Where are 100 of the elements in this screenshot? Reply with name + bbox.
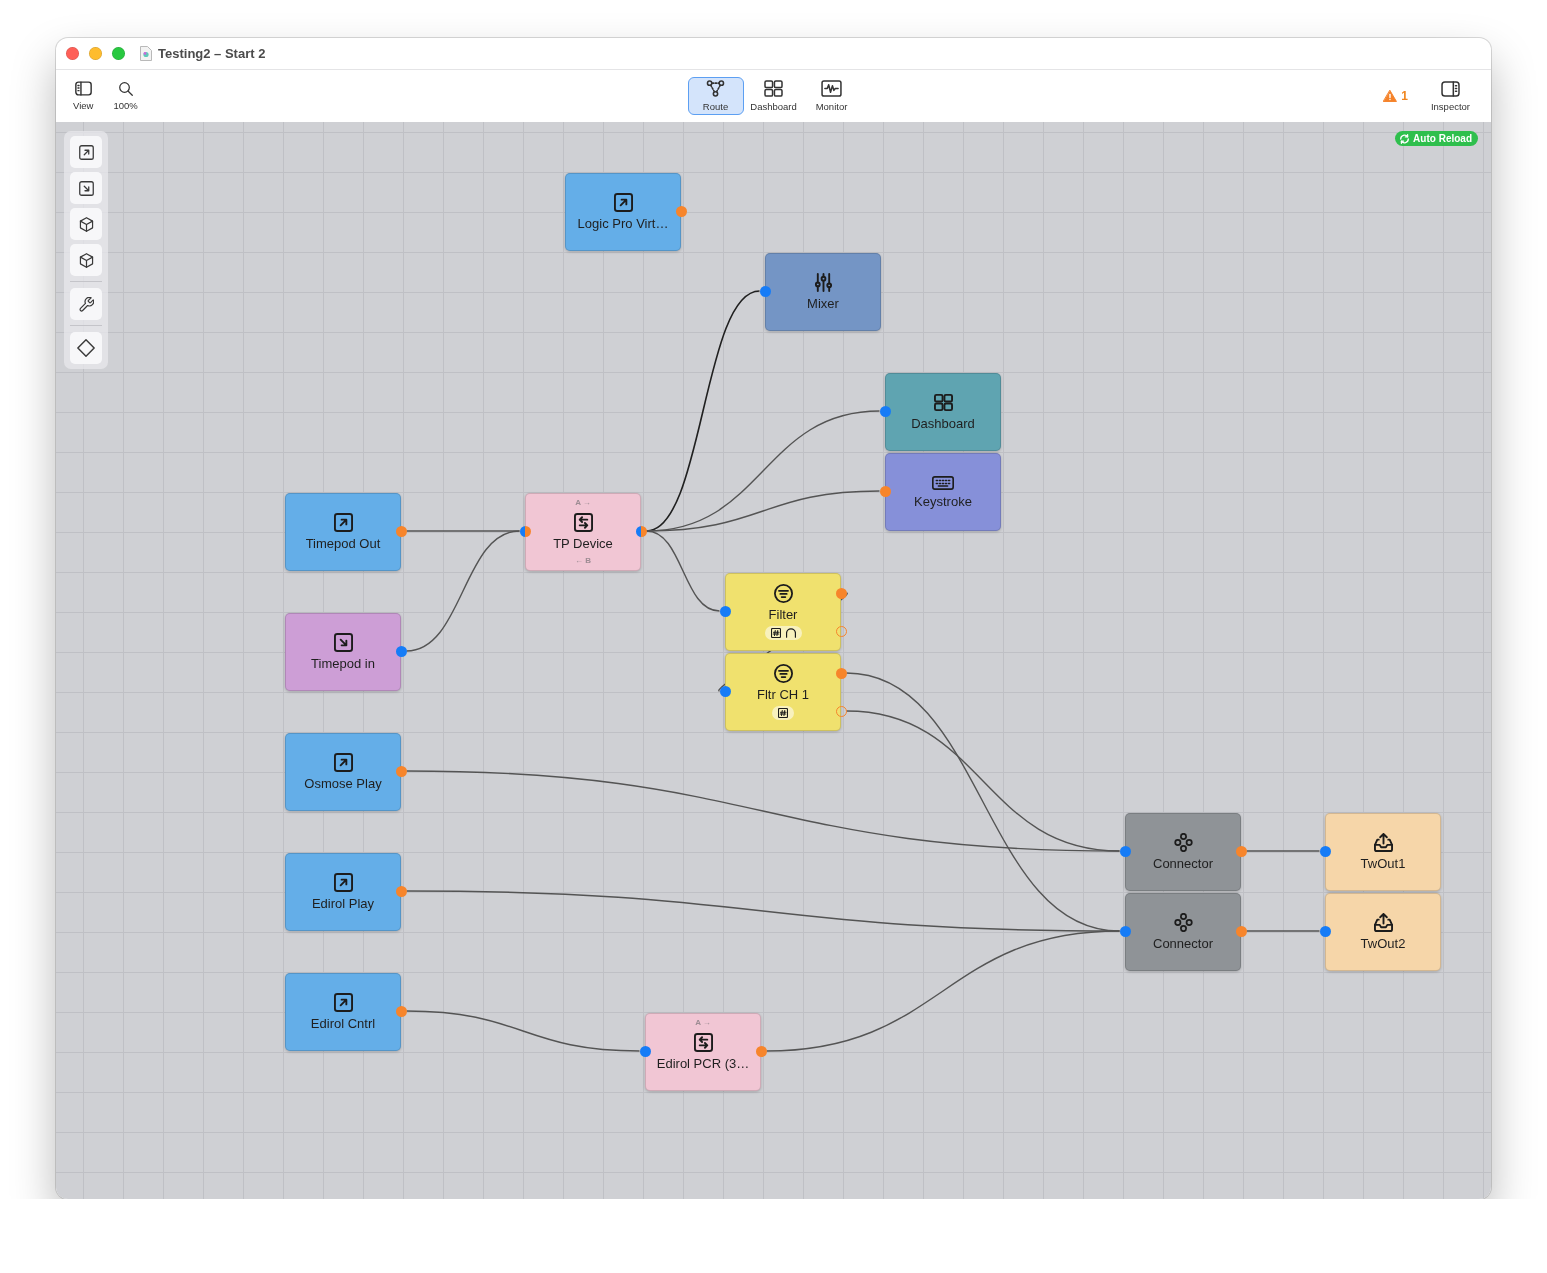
node-card[interactable]: Connector [1125,813,1241,891]
mode-tab[interactable]: Route [687,77,744,115]
node-title: Logic Pro Virt… [577,216,669,231]
port-dot-icon[interactable] [1319,845,1331,857]
port-dot-icon[interactable] [759,285,771,297]
port-dot-icon[interactable] [835,587,847,599]
node-title: Edirol PCR (3… [656,1056,750,1071]
tray-upload-icon [1373,833,1393,852]
sidebar-icon [74,81,92,96]
node-title: Keystroke [914,493,972,509]
arrow-up-right-square-icon [613,193,633,212]
node-card[interactable]: Connector [1125,893,1241,971]
view-button[interactable]: View [66,77,101,115]
four-circles-icon [1173,913,1193,932]
arrow-up-right-square-icon [333,753,353,772]
filter-icon [773,584,793,603]
node-title: TwOut2 [1360,936,1406,951]
wrench-icon [78,296,94,312]
split-port-icon[interactable] [635,525,647,537]
minimize-button[interactable] [89,47,102,60]
node-title: Fltr CH 1 [757,687,809,702]
keyboard-icon [932,475,954,490]
port-dot-icon[interactable] [1235,925,1247,937]
grid-icon [763,80,784,97]
refresh-icon [1400,133,1410,144]
filter-icon [773,664,793,683]
node-card[interactable]: Osmose Play [285,733,401,811]
node-title: Filter [768,607,798,622]
port-dot-icon[interactable] [835,667,847,679]
node-card[interactable]: Dashboard [885,373,1001,451]
hash-icon [770,628,781,638]
channel-label: A → [575,498,591,508]
node-title: Dashboard [911,416,975,431]
arrow-up-right-square-icon [333,993,353,1012]
close-button[interactable] [66,47,79,60]
port-dot-icon[interactable] [639,1045,651,1057]
tool-button[interactable] [70,332,102,364]
arrow-up-right-square-icon [333,873,353,892]
node-card[interactable]: Logic Pro Virt… [565,173,681,251]
node-card[interactable]: Timepod in [285,613,401,691]
maximize-button[interactable] [112,47,125,60]
node-card[interactable]: Mixer [765,253,881,331]
search-icon [118,81,133,96]
node-card[interactable]: A → TP Device ← B [525,493,641,571]
tool-button[interactable] [70,208,102,240]
node-card[interactable]: Filter [725,573,841,651]
port-dot-icon[interactable] [755,1045,767,1057]
node-title: Edirol Play [311,896,375,911]
port-dot-icon[interactable] [1319,925,1331,937]
split-port-icon[interactable] [519,525,531,537]
arrow-up-right-square-icon [333,513,353,532]
tool-button[interactable] [70,288,102,320]
inspector-button[interactable]: Inspector [1423,77,1477,115]
sliders-icon [813,273,833,292]
port-dot-icon[interactable] [719,685,731,697]
node-title: Mixer [807,296,839,311]
node-card[interactable]: Edirol Play [285,853,401,931]
zoom-button[interactable]: 100% [106,77,145,115]
node-title: Timepod in [311,656,375,671]
document-icon [140,46,152,61]
port-dot-icon[interactable] [395,525,407,537]
warning-icon [1383,90,1398,102]
node-title: Connector [1153,936,1213,951]
port-dot-icon[interactable] [719,605,731,617]
right-panel-icon [1440,80,1460,97]
tool-button[interactable] [70,172,102,204]
node-card[interactable]: TwOut1 [1325,813,1441,891]
node-title: Timepod Out [305,536,381,551]
node-card[interactable]: TwOut2 [1325,893,1441,971]
tool-button[interactable] [70,136,102,168]
node-card[interactable]: A → Edirol PCR (3… [645,1013,761,1091]
node-card[interactable]: Timepod Out [285,493,401,571]
port-dot-icon[interactable] [1119,925,1131,937]
arrow-down-right-square-icon [333,633,353,652]
port-dot-icon[interactable] [1119,845,1131,857]
swap-arrows-icon [693,1033,713,1052]
cube-icon [78,252,94,268]
port-dot-icon[interactable] [395,1005,407,1017]
node-card[interactable]: Fltr CH 1 [725,653,841,731]
mode-tab[interactable]: Monitor [803,77,860,115]
grid-icon [933,393,953,412]
tray-upload-icon [1373,913,1393,932]
cube-icon [78,216,94,232]
arrow-up-right-square-icon [78,144,94,160]
node-card[interactable]: Edirol Cntrl [285,973,401,1051]
node-card[interactable]: Keystroke [885,453,1001,531]
four-circles-icon [1173,833,1193,852]
port-dot-icon[interactable] [395,765,407,777]
mode-tab[interactable]: Dashboard [745,77,802,115]
tool-button[interactable] [70,244,102,276]
channel-label: A → [695,1018,711,1028]
port-dot-icon[interactable] [879,405,891,417]
node-title: Osmose Play [304,776,382,791]
port-dot-icon[interactable] [1235,845,1247,857]
port-dot-icon[interactable] [675,205,687,217]
node-title: Connector [1153,856,1213,871]
port-dot-icon[interactable] [879,485,891,497]
port-dot-icon[interactable] [395,885,407,897]
port-dot-icon[interactable] [395,645,407,657]
nodes-graph-icon [705,80,726,97]
